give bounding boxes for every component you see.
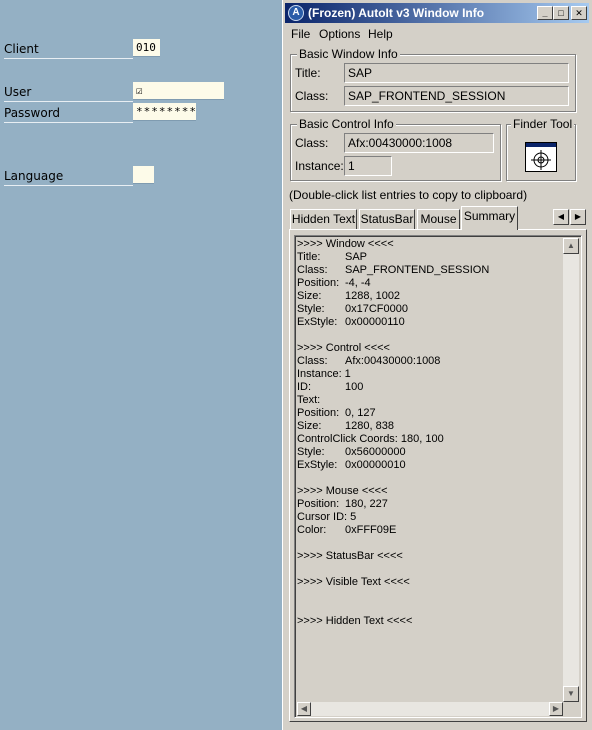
tab-scroll-left-icon[interactable]: ◀ xyxy=(553,209,569,225)
window-title: (Frozen) AutoIt v3 Window Info xyxy=(308,6,485,20)
basic-control-info-group: Basic Control Info Class: Afx:00430000:1… xyxy=(290,117,501,181)
summary-line: Style: 0x17CF0000 xyxy=(297,303,408,315)
window-section-header: >>>> Window <<<< xyxy=(297,238,394,250)
summary-line: Cursor ID: 5 xyxy=(297,511,357,523)
password-label: Password xyxy=(4,105,133,123)
clipboard-hint: (Double-click list entries to copy to cl… xyxy=(289,188,528,202)
password-field[interactable]: ******** xyxy=(133,103,196,121)
summary-line: Text: xyxy=(297,394,321,406)
control-class-label: Class: xyxy=(295,136,329,150)
summary-textarea[interactable]: >>>> Window <<<< Title: SAP Class: SAP_FRO… xyxy=(294,235,582,718)
summary-line: Position: -4, -4 xyxy=(297,277,371,289)
tab-statusbar[interactable]: StatusBar xyxy=(359,209,415,229)
control-section-header: >>>> Control <<<< xyxy=(297,342,390,354)
summary-line: Class: SAP_FRONTEND_SESSION xyxy=(297,264,490,276)
user-label: User xyxy=(4,84,133,102)
summary-line: Title: SAP xyxy=(297,251,368,263)
scroll-left-icon[interactable]: ◀ xyxy=(297,702,311,716)
menu-options[interactable]: Options xyxy=(319,25,360,43)
scroll-up-icon[interactable]: ▲ xyxy=(563,238,579,254)
window-class-field[interactable]: SAP_FRONTEND_SESSION xyxy=(344,86,569,106)
maximize-icon[interactable]: □ xyxy=(553,6,569,20)
crosshair-icon[interactable] xyxy=(525,142,557,172)
tab-scroll-right-icon[interactable]: ▶ xyxy=(570,209,586,225)
control-class-field[interactable]: Afx:00430000:1008 xyxy=(344,133,494,153)
client-field[interactable]: 010 xyxy=(133,39,160,57)
menu-file[interactable]: File xyxy=(291,25,310,43)
summary-line: Position: 0, 127 xyxy=(297,407,376,419)
vertical-scrollbar[interactable]: ▲ ▼ xyxy=(563,238,579,702)
summary-line: ControlClick Coords: 180, 100 xyxy=(297,433,444,445)
summary-line: Style: 0x56000000 xyxy=(297,446,406,458)
control-instance-field[interactable]: 1 xyxy=(344,156,392,176)
summary-line: Size: 1288, 1002 xyxy=(297,290,401,302)
language-field[interactable] xyxy=(133,166,154,184)
hidden-text-section-header: >>>> Hidden Text <<<< xyxy=(297,615,413,627)
client-label: Client xyxy=(4,41,133,59)
title-bar[interactable]: A (Frozen) AutoIt v3 Window Info _ □ ✕ xyxy=(285,3,589,23)
tab-hidden-text[interactable]: Hidden Text xyxy=(290,209,357,229)
mouse-section-header: >>>> Mouse <<<< xyxy=(297,485,388,497)
basic-window-info-heading: Basic Window Info xyxy=(297,47,400,61)
summary-line: Instance: 1 xyxy=(297,368,351,380)
basic-window-info-group: Basic Window Info Title: SAP Class: SAP_… xyxy=(290,47,576,112)
summary-line: ExStyle: 0x00000010 xyxy=(297,459,406,471)
summary-line: Color: 0xFFF09E xyxy=(297,524,397,536)
statusbar-section-header: >>>> StatusBar <<<< xyxy=(297,550,403,562)
summary-panel: >>>> Window <<<< Title: SAP Class: SAP_FRO… xyxy=(289,229,587,722)
tab-summary[interactable]: Summary xyxy=(461,206,518,230)
horizontal-scrollbar[interactable]: ◀ ▶ xyxy=(297,702,563,716)
scroll-right-icon[interactable]: ▶ xyxy=(549,702,563,716)
summary-line: ExStyle: 0x00000110 xyxy=(297,316,405,328)
control-instance-label: Instance: xyxy=(295,159,344,173)
window-title-field[interactable]: SAP xyxy=(344,63,569,83)
user-field[interactable]: ☑ xyxy=(133,82,224,100)
summary-line: Class: Afx:00430000:1008 xyxy=(297,355,441,367)
window-class-label: Class: xyxy=(295,89,329,103)
close-icon[interactable]: ✕ xyxy=(571,6,587,20)
summary-line: Size: 1280, 838 xyxy=(297,420,394,432)
menu-help[interactable]: Help xyxy=(368,25,393,43)
tab-mouse[interactable]: Mouse xyxy=(417,209,460,229)
visible-text-section-header: >>>> Visible Text <<<< xyxy=(297,576,410,588)
finder-tool-group: Finder Tool xyxy=(506,117,576,181)
autoit-app-icon: A xyxy=(288,5,304,21)
window-title-label: Title: xyxy=(295,66,321,80)
autoit-window-info: A (Frozen) AutoIt v3 Window Info _ □ ✕ F… xyxy=(282,0,592,730)
summary-line: Position: 180, 227 xyxy=(297,498,388,510)
basic-control-info-heading: Basic Control Info xyxy=(297,117,396,131)
summary-text: >>>> Window <<<< Title: SAP Class: SAP_FRO… xyxy=(297,238,563,698)
finder-tool-heading: Finder Tool xyxy=(511,117,575,131)
language-label: Language xyxy=(4,168,133,186)
summary-line: ID: 100 xyxy=(297,381,364,393)
minimize-icon[interactable]: _ xyxy=(537,6,553,20)
scroll-down-icon[interactable]: ▼ xyxy=(563,686,579,702)
